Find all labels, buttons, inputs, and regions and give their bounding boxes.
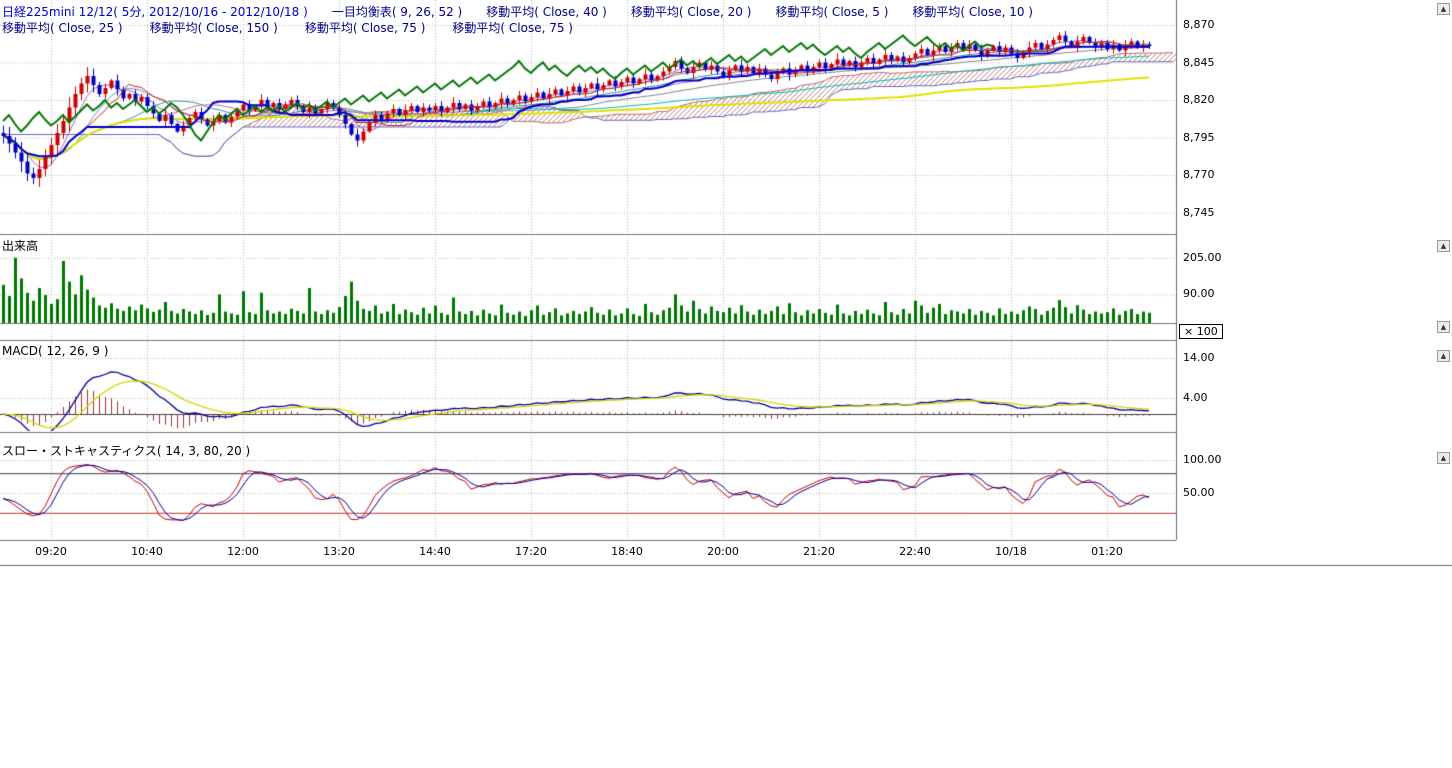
indicator-label-ma150: 移動平均( Close, 150 ) [150,19,278,36]
stochastics-pane-label: スロー・ストキャスティクス( 14, 3, 80, 20 ) [2,442,250,459]
indicator-label-ma20: 移動平均( Close, 20 ) [631,3,752,20]
scroll-up-button-price[interactable]: ▲ [1437,3,1450,15]
chart-application-window: 日経225mini 12/12( 5分, 2012/10/16 - 2012/1… [0,0,1452,768]
chart-title: 日経225mini 12/12( 5分, 2012/10/16 - 2012/1… [2,3,308,20]
indicator-label-ma40: 移動平均( Close, 40 ) [486,3,607,20]
indicator-label-ma5: 移動平均( Close, 5 ) [775,3,888,20]
scroll-up-button-scale[interactable]: ▲ [1437,321,1450,333]
scroll-up-button-macd[interactable]: ▲ [1437,350,1450,362]
indicator-label-ma75-b: 移動平均( Close, 75 ) [452,19,573,36]
chart-header-row2: 移動平均( Close, 25 ) 移動平均( Close, 150 ) 移動平… [2,19,573,36]
indicator-label-ichimoku: 一目均衡表( 9, 26, 52 ) [332,3,462,20]
indicator-label-ma10: 移動平均( Close, 10 ) [912,3,1033,20]
chart-header-row1: 日経225mini 12/12( 5分, 2012/10/16 - 2012/1… [2,3,1033,20]
indicator-label-ma25: 移動平均( Close, 25 ) [2,19,123,36]
macd-pane-label: MACD( 12, 26, 9 ) [2,344,108,358]
volume-multiplier-badge: × 100 [1179,324,1223,339]
volume-pane-label: 出来高 [2,237,38,254]
scroll-up-button-volume[interactable]: ▲ [1437,240,1450,252]
chart-canvas[interactable] [0,0,1452,570]
scroll-up-button-stochastics[interactable]: ▲ [1437,452,1450,464]
indicator-label-ma75-a: 移動平均( Close, 75 ) [305,19,426,36]
